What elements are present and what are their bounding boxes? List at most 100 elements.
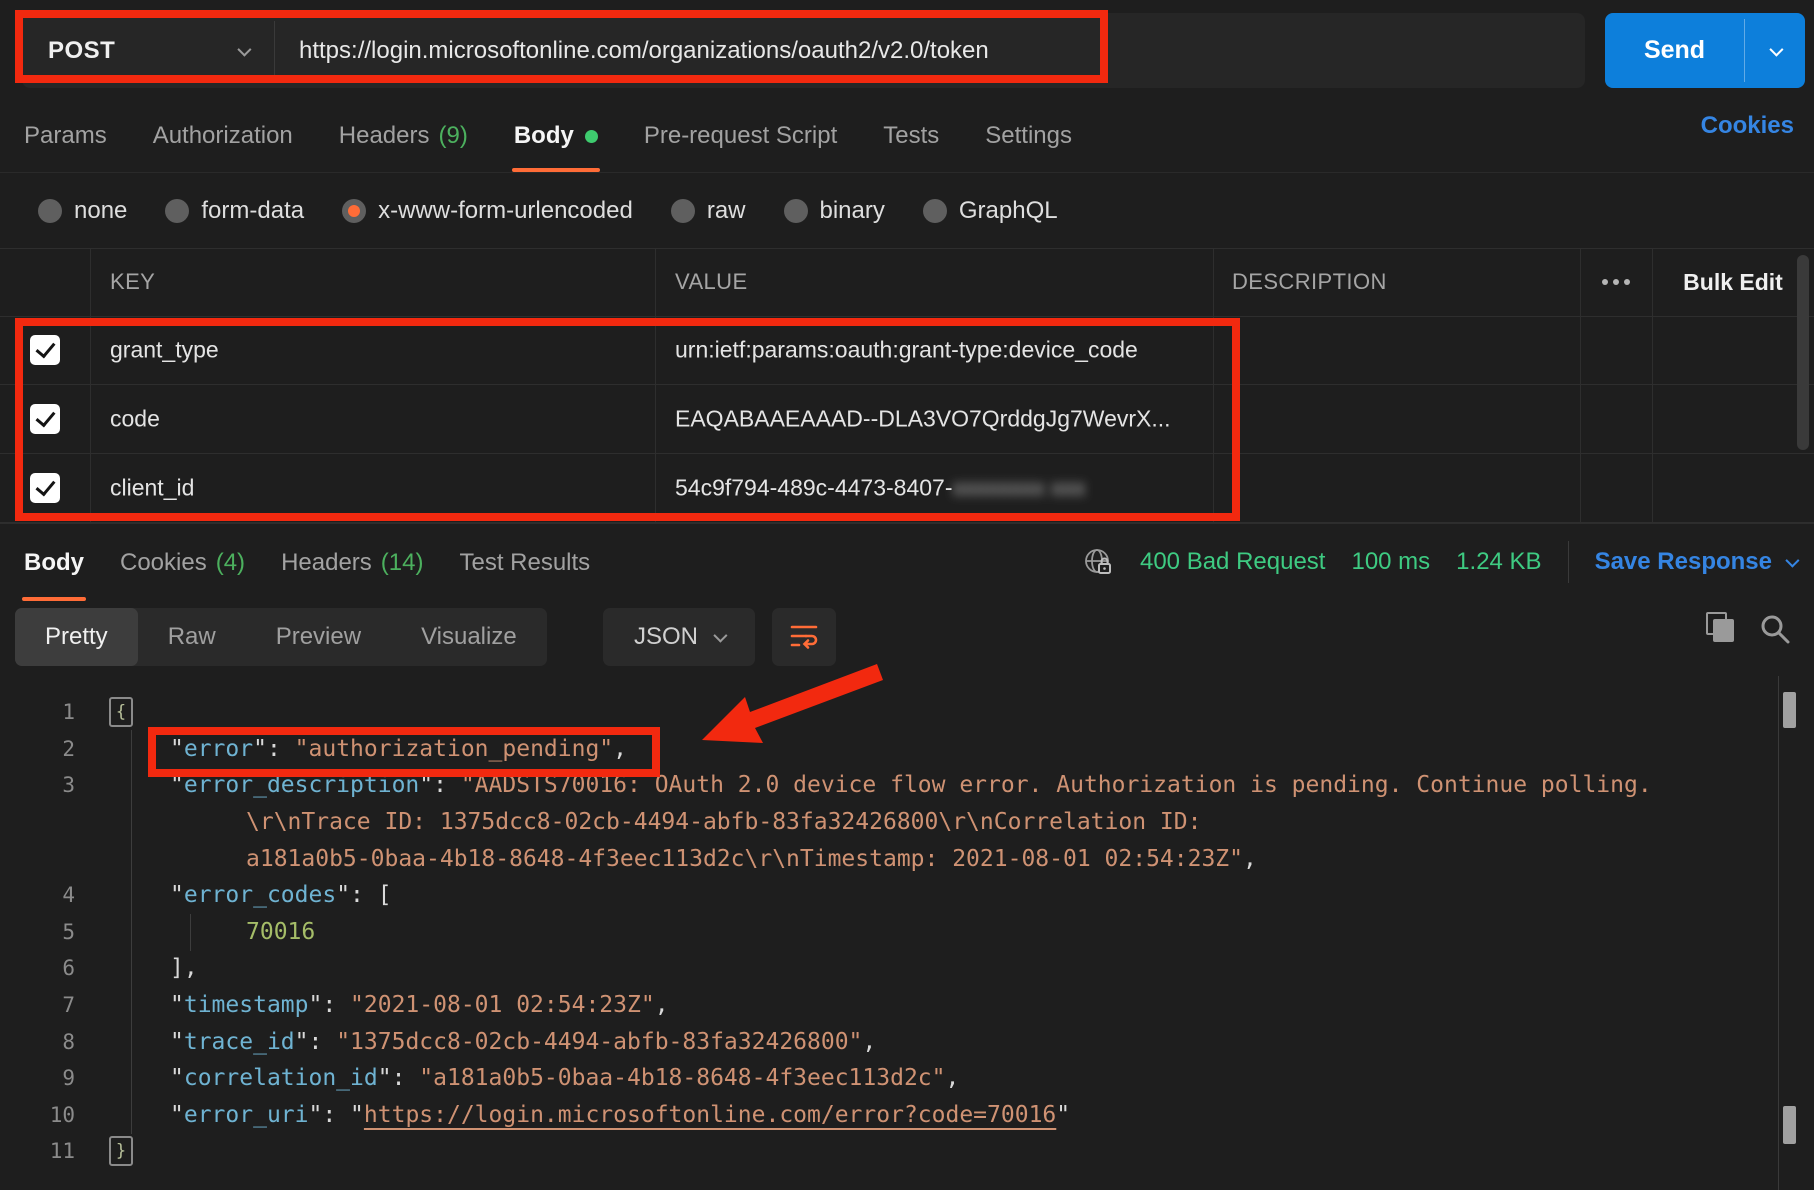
tab-headers[interactable]: Headers(9) bbox=[339, 100, 468, 172]
row-key-cell[interactable]: grant_type bbox=[110, 337, 219, 364]
error-uri-link[interactable]: https://login.microsoftonline.com/error?… bbox=[364, 1102, 1056, 1128]
bulk-edit-button[interactable]: Bulk Edit bbox=[1652, 248, 1814, 316]
body-mode-form-data[interactable]: form-data bbox=[165, 197, 304, 225]
line-number: 6 bbox=[0, 956, 75, 980]
row-key-cell[interactable]: code bbox=[110, 406, 160, 433]
code-text: "error": "authorization_pending", bbox=[170, 736, 627, 762]
code-token: : bbox=[309, 1029, 337, 1055]
code-token: , bbox=[655, 992, 669, 1018]
tab-authorization[interactable]: Authorization bbox=[153, 100, 293, 172]
method-selector[interactable]: POST bbox=[22, 13, 274, 88]
row-checkbox[interactable] bbox=[30, 404, 60, 434]
view-tab-visualize[interactable]: Visualize bbox=[391, 608, 547, 666]
more-options-icon[interactable] bbox=[1580, 248, 1652, 316]
radio-icon[interactable] bbox=[671, 199, 695, 223]
code-token: trace_id bbox=[184, 1029, 295, 1055]
radio-icon[interactable] bbox=[784, 199, 808, 223]
network-globe-lock-icon[interactable] bbox=[1082, 546, 1114, 578]
view-tab-preview[interactable]: Preview bbox=[246, 608, 391, 666]
view-tab-pretty[interactable]: Pretty bbox=[15, 608, 138, 666]
row-value-text: urn:ietf:params:oauth:grant-type:device_… bbox=[675, 337, 1138, 363]
response-tab-cookies[interactable]: Cookies(4) bbox=[120, 524, 245, 601]
fold-marker-icon[interactable]: { bbox=[109, 697, 133, 727]
save-response-button[interactable]: Save Response bbox=[1595, 548, 1796, 576]
send-button[interactable]: Send bbox=[1605, 13, 1744, 88]
tab-params[interactable]: Params bbox=[24, 100, 107, 172]
editor-scrollbar-thumb[interactable] bbox=[1783, 1106, 1796, 1144]
row-checkbox[interactable] bbox=[30, 473, 60, 503]
response-tab-headers[interactable]: Headers(14) bbox=[281, 524, 423, 601]
format-select[interactable]: JSON bbox=[603, 608, 755, 666]
body-mode-binary[interactable]: binary bbox=[784, 197, 885, 225]
line-number: 1 bbox=[0, 700, 75, 724]
wrap-lines-button[interactable] bbox=[772, 608, 836, 666]
code-token: "AADSTS70016: OAuth 2.0 device flow erro… bbox=[461, 772, 1652, 798]
cookies-link[interactable]: Cookies bbox=[1701, 112, 1794, 140]
response-tab-body[interactable]: Body bbox=[24, 524, 84, 601]
tab-body[interactable]: Body bbox=[514, 100, 598, 172]
copy-icon[interactable] bbox=[1706, 612, 1740, 646]
response-tab-test-results[interactable]: Test Results bbox=[459, 524, 590, 601]
code-token: " bbox=[378, 1065, 392, 1091]
search-icon[interactable] bbox=[1758, 612, 1792, 646]
code-token: : bbox=[322, 1102, 350, 1128]
table-row: code EAQABAAEAAAD--DLA3VO7QrddgJg7WevrX..… bbox=[0, 385, 1814, 454]
tab-label: Headers bbox=[281, 549, 372, 577]
fold-marker-icon[interactable]: } bbox=[109, 1136, 133, 1166]
code-text: "error_uri": "https://login.microsoftonl… bbox=[170, 1102, 1070, 1128]
body-mode-raw[interactable]: raw bbox=[671, 197, 746, 225]
row-value-text: EAQABAAEAAAD--DLA3VO7QrddgJg7WevrX... bbox=[675, 406, 1171, 432]
code-token: " bbox=[170, 1102, 184, 1128]
code-token: " bbox=[308, 1102, 322, 1128]
tab-pre-request-script[interactable]: Pre-request Script bbox=[644, 100, 837, 172]
send-options-button[interactable] bbox=[1745, 13, 1805, 88]
row-value-cell[interactable]: urn:ietf:params:oauth:grant-type:device_… bbox=[675, 337, 1138, 364]
editor-scrollbar-thumb[interactable] bbox=[1783, 692, 1796, 728]
row-value-cell[interactable]: EAQABAAEAAAD--DLA3VO7QrddgJg7WevrX... bbox=[675, 406, 1171, 433]
tab-label: Cookies bbox=[120, 549, 207, 577]
body-mode-graphql[interactable]: GraphQL bbox=[923, 197, 1058, 225]
body-mode-none[interactable]: none bbox=[38, 197, 127, 225]
code-token: ], bbox=[170, 955, 198, 981]
code-line: a181a0b5-0baa-4b18-8648-4f3eec113d2c\r\n… bbox=[0, 840, 1814, 877]
tab-label: Body bbox=[24, 549, 84, 577]
chevron-down-icon bbox=[713, 629, 727, 643]
column-header-value: VALUE bbox=[675, 248, 748, 316]
view-tab-raw[interactable]: Raw bbox=[138, 608, 246, 666]
radio-icon[interactable] bbox=[38, 199, 62, 223]
active-tab-underline bbox=[512, 168, 600, 172]
tab-label: Authorization bbox=[153, 122, 293, 150]
code-token: : [ bbox=[350, 882, 392, 908]
active-tab-underline bbox=[22, 597, 86, 601]
body-mode-label: form-data bbox=[201, 197, 304, 225]
code-token: " bbox=[419, 772, 433, 798]
tab-label: Params bbox=[24, 122, 107, 150]
radio-icon[interactable] bbox=[342, 199, 366, 223]
radio-icon[interactable] bbox=[165, 199, 189, 223]
code-token: " bbox=[170, 1065, 184, 1091]
row-value-cell[interactable]: 54c9f794-489c-4473-8407-xxxxxxxx xxx bbox=[675, 475, 1085, 502]
code-token: , bbox=[862, 1029, 876, 1055]
editor-scrollbar-track bbox=[1778, 676, 1779, 1190]
column-header-description: DESCRIPTION bbox=[1232, 248, 1387, 316]
request-tabs: Params Authorization Headers(9) Body Pre-req… bbox=[0, 100, 1814, 173]
radio-icon[interactable] bbox=[923, 199, 947, 223]
tab-settings[interactable]: Settings bbox=[985, 100, 1072, 172]
code-line: 8"trace_id": "1375dcc8-02cb-4494-abfb-83… bbox=[0, 1023, 1814, 1060]
code-line: 5 70016 bbox=[0, 914, 1814, 951]
code-line: 7"timestamp": "2021-08-01 02:54:23Z", bbox=[0, 987, 1814, 1024]
line-number: 5 bbox=[0, 920, 75, 944]
row-key-cell[interactable]: client_id bbox=[110, 475, 194, 502]
code-token: 70016 bbox=[246, 919, 315, 945]
table-scrollbar[interactable] bbox=[1797, 255, 1809, 450]
code-text: a181a0b5-0baa-4b18-8648-4f3eec113d2c\r\n… bbox=[170, 846, 1257, 872]
code-token: : bbox=[322, 992, 350, 1018]
row-checkbox[interactable] bbox=[30, 335, 60, 365]
code-token: " bbox=[170, 992, 184, 1018]
body-mode-x-www-form-urlencoded[interactable]: x-www-form-urlencoded bbox=[342, 197, 633, 225]
url-input[interactable]: https://login.microsoftonline.com/organi… bbox=[275, 13, 989, 88]
code-line: 11} bbox=[0, 1133, 1814, 1170]
code-token: "2021-08-01 02:54:23Z" bbox=[350, 992, 655, 1018]
tab-tests[interactable]: Tests bbox=[883, 100, 939, 172]
code-line: 2"error": "authorization_pending", bbox=[0, 731, 1814, 768]
